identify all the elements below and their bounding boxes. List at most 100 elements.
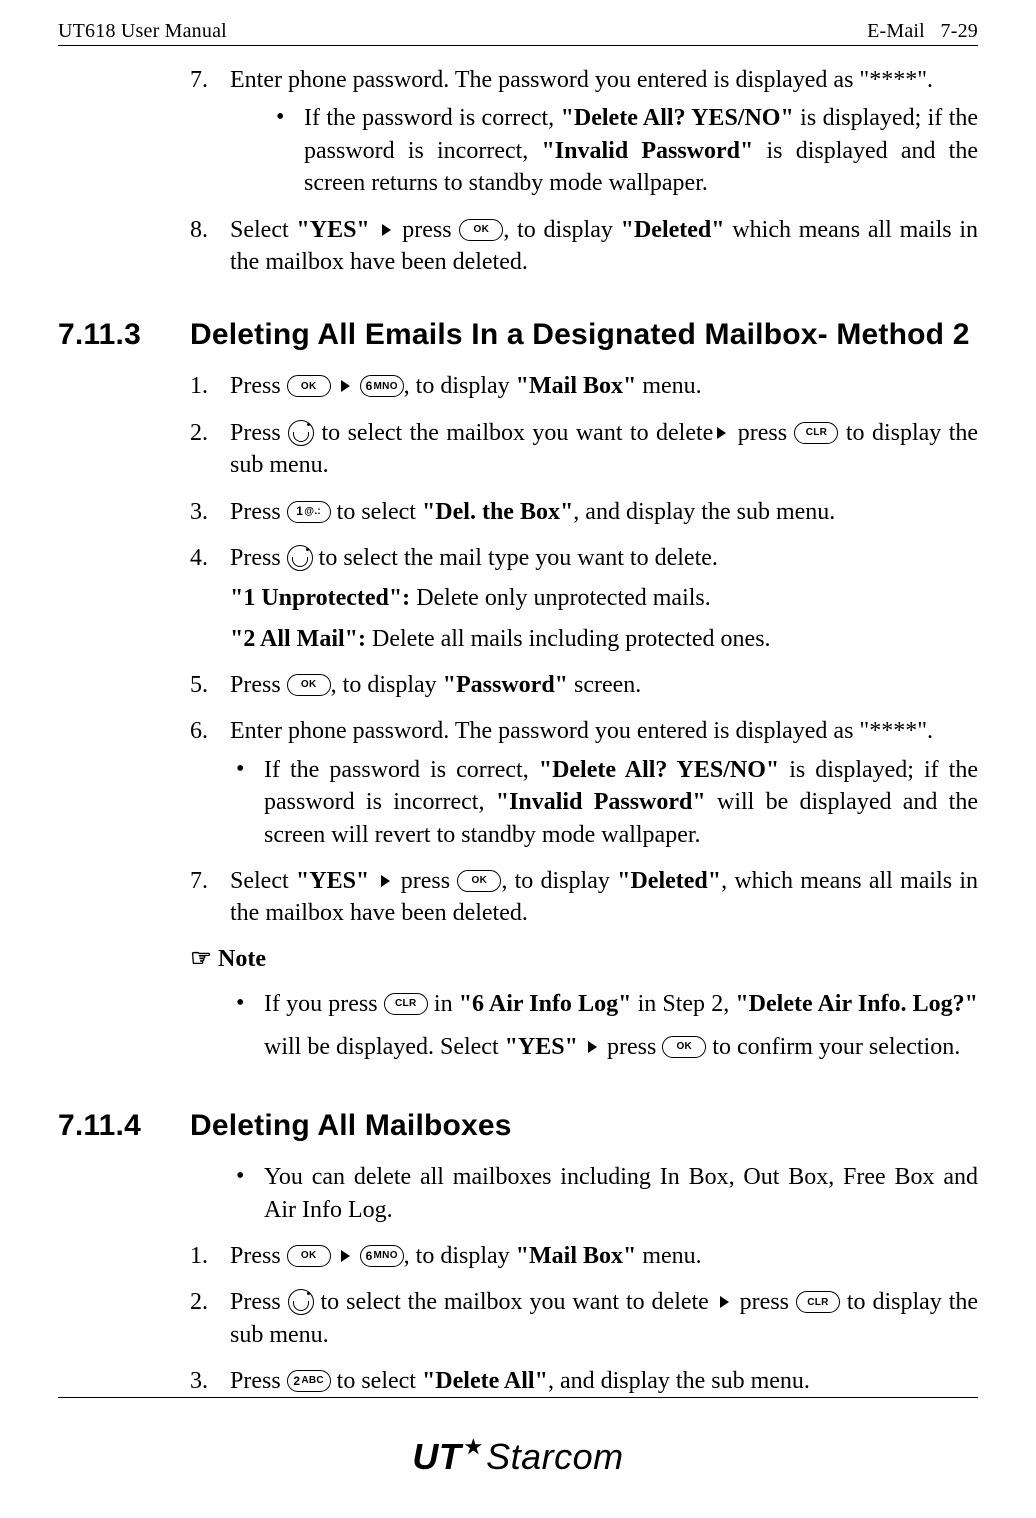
nav-key-icon [287,545,313,571]
key-6-icon: 6MNO [360,1245,404,1267]
t: to confirm your selection. [706,1034,960,1060]
sec1-step-4: Press to select the mail type you want t… [190,542,978,655]
t: , to display [404,373,516,399]
section-7-11-3-heading: 7.11.3Deleting All Emails In a Designate… [58,318,978,352]
section-heading: 7.11.3Deleting All Emails In a Designate… [58,318,978,352]
t: in [428,991,459,1017]
key-label: OK [663,1037,705,1057]
t: "Deleted" [621,217,725,243]
key-2-icon: 2ABC [287,1370,331,1392]
t [370,217,378,243]
sec2-step-2: Press to select the mailbox you want to … [190,1286,978,1351]
key-label: OK [458,871,500,891]
t: press [733,1289,796,1315]
ok-key-icon: OK [287,375,331,397]
t: Press [230,1243,287,1269]
t: in Step 2, [631,991,735,1017]
key-1-icon: 1@.: [287,501,331,523]
t: menu. [636,1243,701,1269]
intro-step-7: Enter phone password. The password you e… [190,64,978,200]
star-icon: ★ [465,1435,483,1458]
section-number: 7.11.3 [58,318,190,352]
t: press [395,217,460,243]
t: "Mail Box" [516,1243,637,1269]
section-7-11-4-heading: 7.11.4Deleting All Mailboxes [58,1109,978,1143]
t: Select [230,217,296,243]
key-label: CLR [795,423,837,443]
t: press [730,420,794,446]
key-label: OK [288,1246,330,1266]
ok-key-icon: OK [287,1245,331,1267]
sec1-steps: Press OK 6MNO, to display "Mail Box" men… [190,370,978,929]
t: "Delete All" [422,1368,548,1394]
section-number: 7.11.4 [58,1109,190,1143]
t: Press [230,672,287,698]
sec1-step-6: Enter phone password. The password you e… [190,715,978,851]
section-title: Deleting All Mailboxes [190,1109,512,1142]
nav-key-icon [288,420,314,446]
t: "Mail Box" [516,373,637,399]
clr-key-icon: CLR [794,422,838,444]
t: 6 [366,378,373,394]
t: to select the mailbox you want to delete [314,420,713,446]
t [369,868,376,894]
pointing-hand-icon: ☞ [190,944,212,973]
header-section: E-Mail [867,20,925,42]
sec2-step-3: Press 2ABC to select "Delete All", and d… [190,1365,978,1397]
t: menu. [636,373,701,399]
ok-key-icon: OK [457,870,501,892]
triangle-icon [341,380,350,392]
t: , and display the sub menu. [573,499,835,525]
nav-key-icon [288,1289,314,1315]
t: @.: [304,505,321,519]
t: , and display the sub menu. [548,1368,810,1394]
t: Select [230,868,296,894]
t: 2 [293,1373,300,1389]
t: Press [230,373,287,399]
section-title: Deleting All Emails In a Designated Mail… [190,318,970,351]
ok-key-icon: OK [459,219,503,241]
ok-key-icon: OK [287,674,331,696]
t: , to display [404,1243,516,1269]
t: Press [230,499,287,525]
header-left: UT618 User Manual [58,20,227,43]
sec1-step-2: Press to select the mailbox you want to … [190,417,978,482]
t: "Delete All? YES/NO" [539,757,779,783]
footer-divider [58,1397,978,1398]
t: If the password is correct, [264,757,539,783]
header-right: E-Mail 7-29 [867,20,978,43]
sec1-step-4b: "2 All Mail": Delete all mails including… [230,623,978,655]
t: press [394,868,458,894]
key-label: OK [460,220,502,240]
t: press [601,1034,662,1060]
t: screen. [568,672,641,698]
page: UT618 User Manual E-Mail 7-29 Enter phon… [0,0,1036,1518]
t: If the password is correct, [304,105,561,131]
page-header: UT618 User Manual E-Mail 7-29 [58,20,978,46]
sec1-step-7: Select "YES" press OK, to display "Delet… [190,865,978,930]
note-bullets: If you press CLR in "6 Air Info Log" in … [230,983,978,1069]
t: , to display [331,672,443,698]
section-heading: 7.11.4Deleting All Mailboxes [58,1109,978,1143]
clr-key-icon: CLR [384,993,428,1015]
key-label: OK [288,376,330,396]
t: "Invalid Password" [541,138,753,164]
t: "YES" [296,217,369,243]
t: If you press [264,991,384,1017]
key-label: CLR [797,1292,839,1312]
t: "Delete All? YES/NO" [561,105,794,131]
intro-step-8: Select "YES" press OK, to display "Delet… [190,214,978,279]
content: Enter phone password. The password you e… [58,64,978,1398]
t: to select the mailbox you want to delete [314,1289,716,1315]
sec1-step-4a: "1 Unprotected": Delete only unprotected… [230,582,978,614]
intro-step-7-bullet: If the password is correct, "Delete All?… [270,102,978,199]
intro-step-7-text: Enter phone password. The password you e… [230,67,933,93]
intro-step-7-bullets: If the password is correct, "Delete All?… [270,102,978,199]
header-page-number: 7-29 [941,20,978,42]
t: "Delete Air Info. Log?" [735,991,978,1017]
sec1-step-1: Press OK 6MNO, to display "Mail Box" men… [190,370,978,402]
sec2-step-1: Press OK 6MNO, to display "Mail Box" men… [190,1240,978,1272]
t: "1 Unprotected": [230,585,410,611]
intro-steps: Enter phone password. The password you e… [190,64,978,278]
t: "6 Air Info Log" [459,991,632,1017]
